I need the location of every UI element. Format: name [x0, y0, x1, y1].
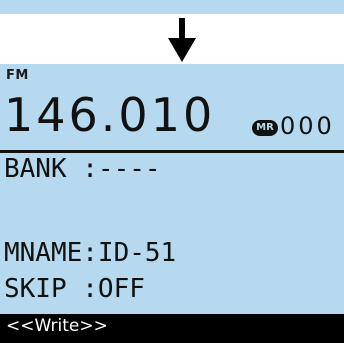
frequency-display: 146.010: [4, 88, 216, 142]
write-label: <<Write>>: [6, 316, 108, 336]
write-menu-item[interactable]: <<Write>>: [0, 314, 344, 343]
memory-mode-badge: MR: [252, 120, 278, 136]
divider: [0, 150, 344, 153]
bank-field[interactable]: BANK :----: [4, 156, 161, 182]
memory-name-field[interactable]: MNAME:ID-51: [4, 240, 176, 266]
lcd-screen: FM 146.010 MR 000 BANK :---- MNAME:ID-51…: [0, 64, 344, 343]
mode-indicator: FM: [6, 68, 29, 83]
skip-field[interactable]: SKIP :OFF: [4, 276, 145, 302]
arrow-down-icon: [168, 18, 196, 62]
previous-screen-strip: [0, 0, 344, 14]
memory-channel-number: 000: [280, 112, 335, 140]
